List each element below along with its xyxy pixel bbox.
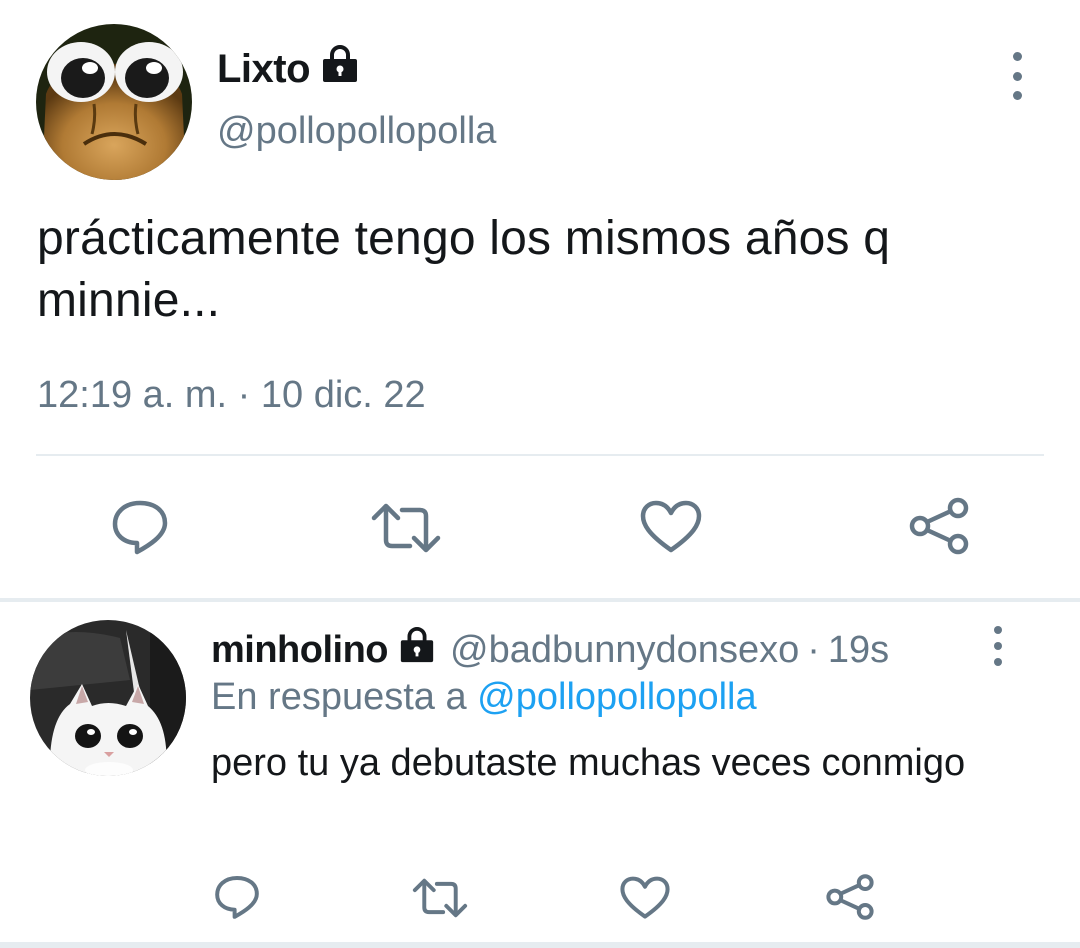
display-name-row: Lixto	[217, 44, 360, 94]
replying-prefix: En respuesta a	[211, 676, 467, 718]
share-icon	[826, 874, 874, 920]
share-button[interactable]	[908, 496, 970, 556]
like-button[interactable]	[640, 500, 702, 554]
retweet-button[interactable]	[410, 876, 470, 920]
cat-avatar-image	[30, 620, 186, 776]
reply-icon	[215, 875, 259, 919]
replying-to-link[interactable]: @pollopollopolla	[477, 676, 756, 718]
share-button[interactable]	[824, 872, 876, 922]
tweet-timestamp[interactable]: 12:19 a. m. · 10 dic. 22	[37, 374, 426, 417]
avatar[interactable]	[36, 24, 192, 180]
retweet-icon	[412, 878, 468, 918]
tweet-text: prácticamente tengo los mismos años q mi…	[37, 212, 891, 327]
display-name[interactable]: minholino	[211, 629, 389, 672]
reply-tweet[interactable]: minholino @badbunnydonsexo · 19s En resp…	[0, 602, 1080, 948]
like-button[interactable]	[619, 876, 671, 920]
handle[interactable]: @badbunnydonsexo	[450, 629, 799, 672]
reply-button[interactable]	[108, 498, 172, 556]
avatar[interactable]	[30, 620, 186, 776]
main-tweet: Lixto @pollopollopolla prácticamente ten…	[0, 0, 1080, 600]
lock-icon	[398, 626, 436, 674]
display-name[interactable]: Lixto	[217, 47, 311, 92]
more-options-icon[interactable]	[1000, 52, 1034, 100]
replying-to: En respuesta a @pollopollopolla	[211, 676, 757, 719]
lock-icon	[320, 44, 360, 94]
reply-icon	[112, 500, 168, 555]
more-options-icon[interactable]	[981, 626, 1015, 666]
retweet-button[interactable]	[370, 500, 442, 556]
separator: ·	[807, 628, 820, 671]
relative-time[interactable]: 19s	[828, 629, 889, 672]
reply-header: minholino @badbunnydonsexo · 19s	[211, 626, 889, 674]
like-icon	[640, 500, 702, 553]
section-divider	[0, 942, 1080, 948]
tweet-text: pero tu ya debutaste muchas veces conmig…	[211, 742, 966, 784]
share-icon	[909, 497, 969, 555]
like-icon	[620, 876, 670, 919]
wide-eyed-frog-avatar-image	[36, 24, 192, 180]
handle[interactable]: @pollopollopolla	[217, 110, 496, 153]
divider	[36, 454, 1044, 456]
retweet-icon	[371, 503, 441, 553]
reply-button[interactable]	[212, 874, 262, 920]
